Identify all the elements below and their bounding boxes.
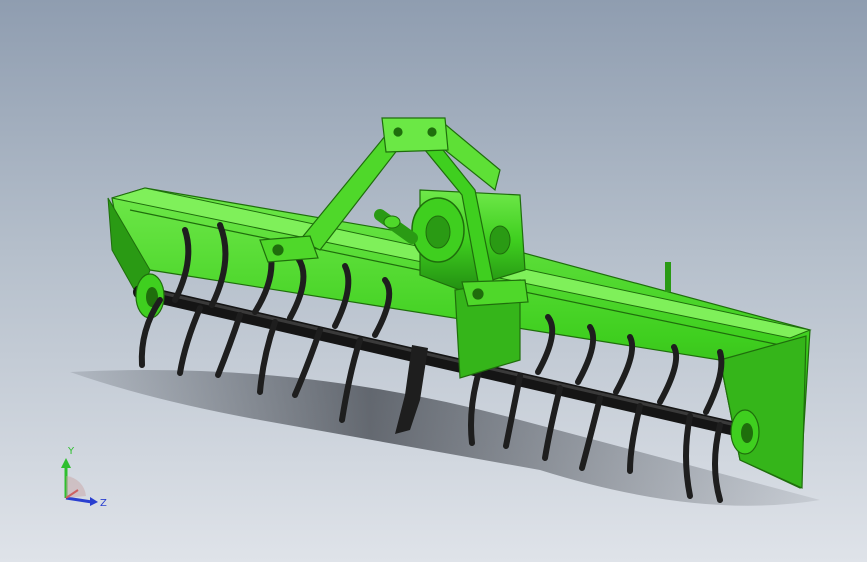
- ground-shadow: [70, 370, 820, 506]
- z-axis-arrow: [65, 496, 93, 504]
- axis-triad: Y Z: [61, 446, 107, 509]
- gearbox-side-port: [489, 225, 511, 255]
- z-axis-label: Z: [100, 498, 107, 509]
- 3d-viewport[interactable]: Y Z: [0, 0, 867, 562]
- right-side-plate: [719, 335, 807, 489]
- rotary-tiller-model[interactable]: [0, 0, 867, 562]
- y-axis-label: Y: [67, 446, 75, 457]
